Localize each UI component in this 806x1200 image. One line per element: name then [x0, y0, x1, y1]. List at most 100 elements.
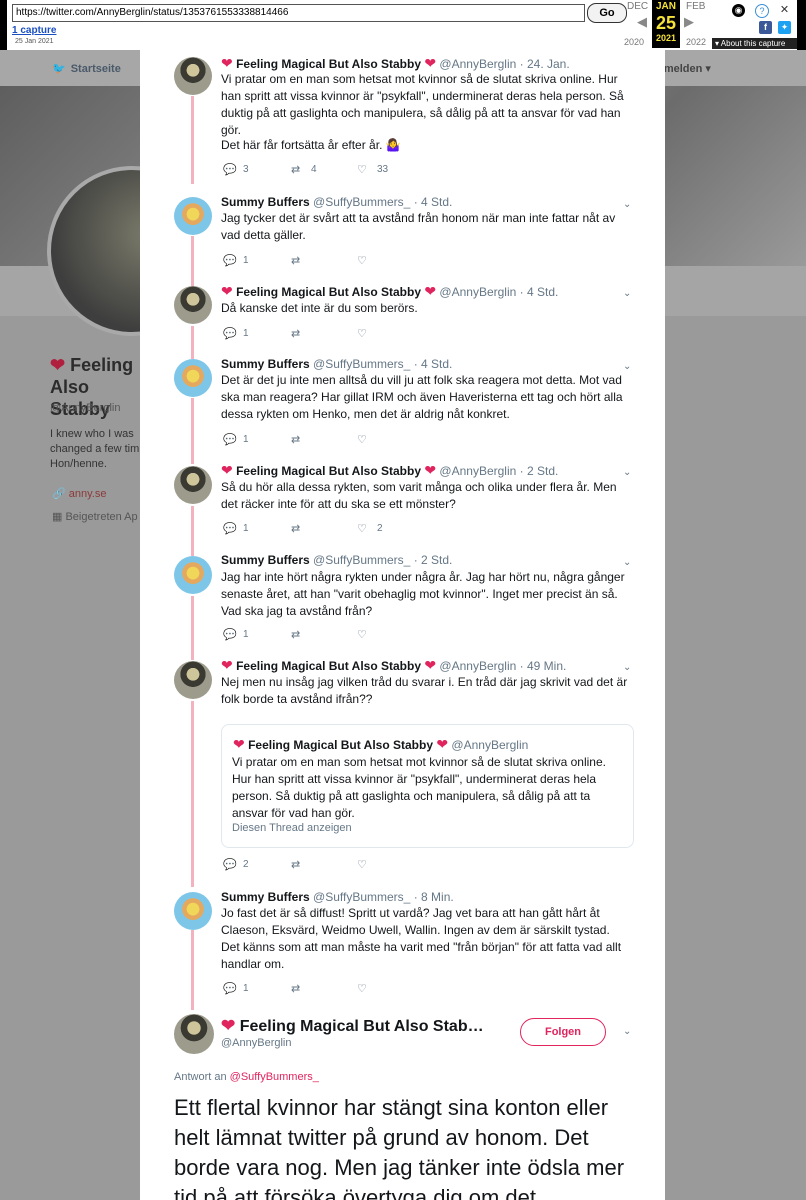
prev-capture-arrow-icon[interactable]: ◀	[637, 14, 647, 30]
thread-line	[191, 96, 194, 184]
reply-to-user-link[interactable]: @SuffyBummers_	[230, 1071, 319, 1083]
reply-button[interactable]: 💬 3	[223, 163, 249, 176]
chevron-down-icon[interactable]: ⌄	[623, 199, 631, 210]
prev-month-label[interactable]: DEC	[627, 1, 648, 12]
wayback-toolbar-inner: https://twitter.com/AnnyBerglin/status/1…	[7, 0, 797, 50]
like-button[interactable]: ♡	[357, 982, 367, 995]
reply-button[interactable]: 💬 1	[223, 628, 249, 641]
retweet-button[interactable]: ⇄	[291, 858, 300, 871]
avatar[interactable]	[174, 57, 212, 95]
like-button[interactable]: ♡	[357, 433, 367, 446]
chevron-down-icon[interactable]: ⌄	[623, 662, 631, 673]
avatar[interactable]	[174, 286, 212, 324]
retweet-icon: ⇄	[291, 859, 301, 871]
profile-link[interactable]: 🔗 anny.se	[52, 487, 106, 500]
retweet-button[interactable]: ⇄	[291, 254, 300, 267]
reply-button[interactable]: 💬 1	[223, 327, 249, 340]
follow-button[interactable]: Folgen	[520, 1018, 606, 1046]
chevron-down-icon[interactable]: ⌄	[623, 288, 631, 299]
about-capture-button[interactable]: ▾ About this capture	[712, 38, 797, 49]
like-button[interactable]: ♡ 33	[357, 163, 388, 176]
retweet-icon: ⇄	[291, 983, 301, 995]
tweet-header: Summy Buffers @SuffyBummers_ · 8 Min.	[221, 890, 454, 904]
tweet-header: Summy Buffers @SuffyBummers_ · 4 Std.	[221, 195, 453, 209]
main-tweet-text: Ett flertal kvinnor har stängt sina kont…	[174, 1095, 625, 1200]
close-icon[interactable]: ✕	[778, 4, 791, 17]
wayback-url-input[interactable]: https://twitter.com/AnnyBerglin/status/1…	[12, 4, 585, 22]
avatar[interactable]	[174, 661, 212, 699]
avatar[interactable]	[174, 892, 212, 930]
tweet-text: Det är det ju inte men alltså du vill ju…	[221, 373, 623, 421]
main-tweet-handle: @AnnyBerglin	[221, 1037, 292, 1049]
reply-button[interactable]: 💬 1	[223, 254, 249, 267]
reply-icon: 💬	[223, 328, 237, 340]
like-icon: ♡	[357, 328, 367, 340]
go-button[interactable]: Go	[587, 3, 627, 23]
chevron-down-icon[interactable]: ⌄	[623, 1026, 631, 1037]
retweet-button[interactable]: ⇄	[291, 628, 300, 641]
reply-button[interactable]: 💬 2	[223, 858, 249, 871]
twitter-bird-icon: 🐦	[52, 63, 66, 75]
avatar[interactable]	[174, 466, 212, 504]
chevron-down-icon[interactable]: ⌄	[623, 361, 631, 372]
retweet-button[interactable]: ⇄ 4	[291, 163, 317, 176]
reply-button[interactable]: 💬 1	[223, 522, 249, 535]
profile-bio: I knew who I was changed a few tim Hon/h…	[50, 428, 140, 470]
like-button[interactable]: ♡	[357, 327, 367, 340]
chevron-down-icon[interactable]: ⌄	[623, 557, 631, 568]
tweet-text: Nej men nu insåg jag vilken tråd du svar…	[221, 675, 628, 706]
heart-icon: ❤	[221, 55, 233, 71]
retweet-icon: ⇄	[291, 164, 301, 176]
tweet-text: Det här får fortsätta år efter år. 🤷‍♀️	[221, 138, 401, 152]
retweet-button[interactable]: ⇄	[291, 327, 300, 340]
reply-button[interactable]: 💬 1	[223, 982, 249, 995]
retweet-button[interactable]: ⇄	[291, 433, 300, 446]
nav-home-link[interactable]: 🐦 Startseite	[52, 62, 121, 75]
avatar[interactable]	[174, 1014, 214, 1054]
retweet-icon: ⇄	[291, 629, 301, 641]
like-button[interactable]: ♡	[357, 628, 367, 641]
heart-icon: ❤	[436, 736, 449, 752]
tweet-header: ❤ Feeling Magical But Also Stabby ❤ @Ann…	[221, 283, 559, 300]
quoted-tweet-text: Vi pratar om en man som hetsat mot kvinn…	[232, 755, 606, 820]
avatar[interactable]	[174, 556, 212, 594]
reply-icon: 💬	[223, 523, 237, 535]
next-capture-arrow-icon[interactable]: ▶	[684, 14, 694, 30]
help-icon[interactable]: ?	[755, 4, 769, 18]
reply-button[interactable]: 💬 1	[223, 433, 249, 446]
reply-icon: 💬	[223, 255, 237, 267]
chevron-down-icon[interactable]: ⌄	[623, 467, 631, 478]
facebook-icon[interactable]: f	[759, 21, 772, 34]
captures-link[interactable]: 1 capture	[12, 25, 56, 36]
quoted-tweet[interactable]: ❤ Feeling Magical But Also Stabby ❤ @Ann…	[221, 724, 634, 848]
retweet-button[interactable]: ⇄	[291, 522, 300, 535]
like-icon: ♡	[357, 255, 367, 267]
like-button[interactable]: ♡	[357, 254, 367, 267]
like-icon: ♡	[357, 629, 367, 641]
avatar[interactable]	[174, 197, 212, 235]
heart-icon: ❤	[424, 657, 437, 673]
like-icon: ♡	[357, 434, 367, 446]
retweet-icon: ⇄	[291, 434, 301, 446]
next-year-label: 2022	[686, 37, 707, 47]
retweet-button[interactable]: ⇄	[291, 982, 300, 995]
tweet-modal: ❤ Feeling Magical But Also Stabby ❤ @Ann…	[140, 44, 665, 1200]
like-icon: ♡	[357, 983, 367, 995]
main-tweet-author[interactable]: ❤ Feeling Magical But Also Stab…	[221, 1016, 484, 1036]
reply-icon: 💬	[223, 629, 237, 641]
like-button[interactable]: ♡ 2	[357, 522, 383, 535]
calendar-icon: ▦	[52, 511, 63, 523]
like-button[interactable]: ♡	[357, 858, 367, 871]
avatar[interactable]	[174, 359, 212, 397]
user-account-icon[interactable]: ◉	[732, 4, 745, 17]
like-icon: ♡	[357, 164, 367, 176]
twitter-icon[interactable]: ✦	[778, 21, 791, 34]
reply-icon: 💬	[223, 434, 237, 446]
next-month-label[interactable]: FEB	[686, 1, 705, 12]
retweet-icon: ⇄	[291, 255, 301, 267]
show-thread-link[interactable]: Diesen Thread anzeigen	[232, 822, 352, 834]
heart-icon: ❤	[424, 283, 437, 299]
heart-icon: ❤	[233, 736, 245, 752]
tweet-header: ❤ Feeling Magical But Also Stabby ❤ @Ann…	[221, 55, 570, 72]
thread-line	[191, 326, 194, 359]
